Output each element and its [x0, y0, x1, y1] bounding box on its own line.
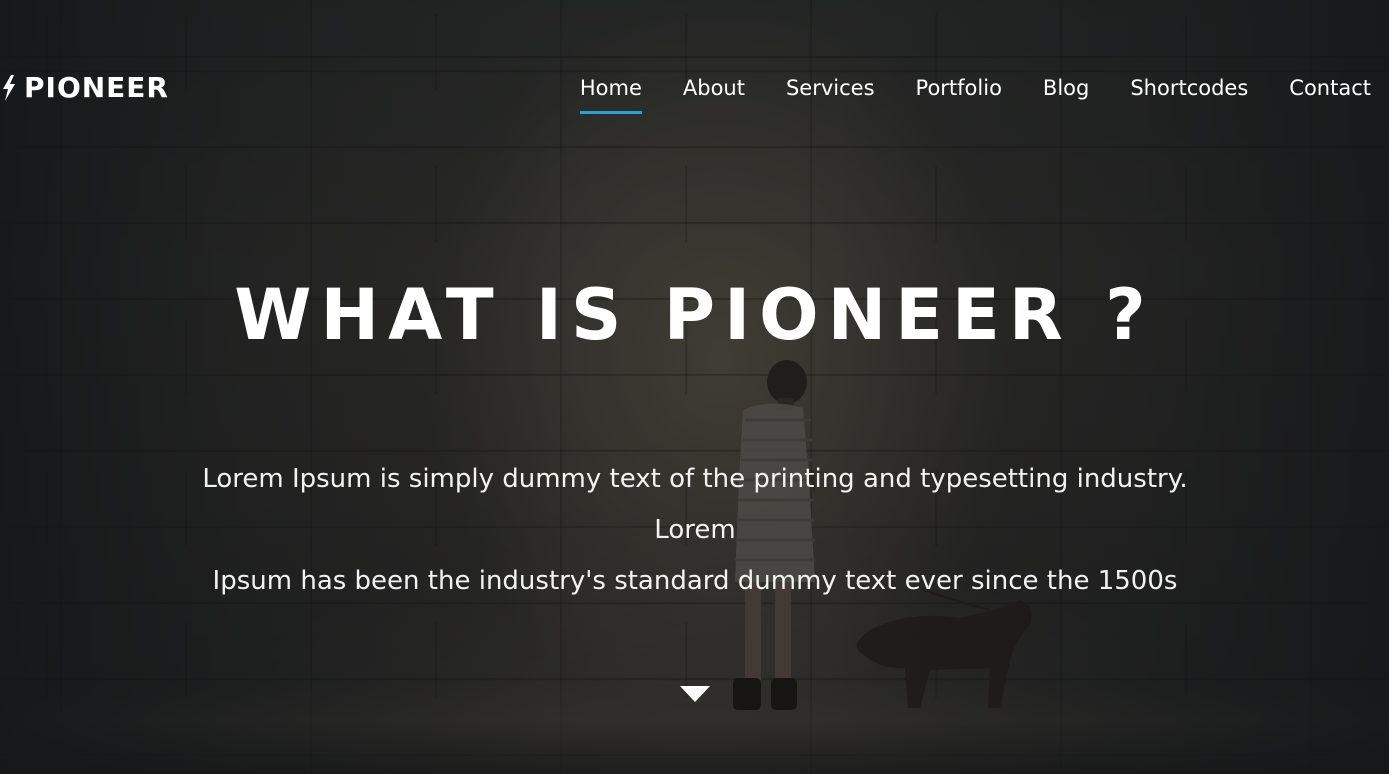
hero-title: WHAT IS PIONEER ?	[234, 274, 1155, 356]
hero-section: PIONEER Home About Services Portfolio Bl…	[0, 0, 1389, 774]
lightning-bolt-icon	[3, 75, 15, 101]
hero-description-line-2: Ipsum has been the industry's standard d…	[212, 566, 1178, 596]
nav-item-services[interactable]: Services	[786, 72, 875, 104]
nav-item-home[interactable]: Home	[579, 72, 642, 114]
nav-item-shortcodes[interactable]: Shortcodes	[1130, 72, 1248, 104]
logo-text: PIONEER	[24, 71, 169, 104]
site-logo[interactable]: PIONEER	[2, 70, 169, 106]
hero-description-line-1: Lorem Ipsum is simply dummy text of the …	[202, 464, 1188, 545]
nav-item-blog[interactable]: Blog	[1043, 72, 1089, 104]
nav-item-contact[interactable]: Contact	[1289, 72, 1371, 104]
nav-item-portfolio[interactable]: Portfolio	[916, 72, 1002, 104]
nav-item-about[interactable]: About	[683, 72, 745, 104]
main-nav: Home About Services Portfolio Blog Short…	[539, 72, 1371, 114]
hero-description: Lorem Ipsum is simply dummy text of the …	[170, 454, 1220, 607]
site-header: PIONEER Home About Services Portfolio Bl…	[0, 0, 1389, 130]
caret-down-icon[interactable]	[679, 684, 711, 704]
